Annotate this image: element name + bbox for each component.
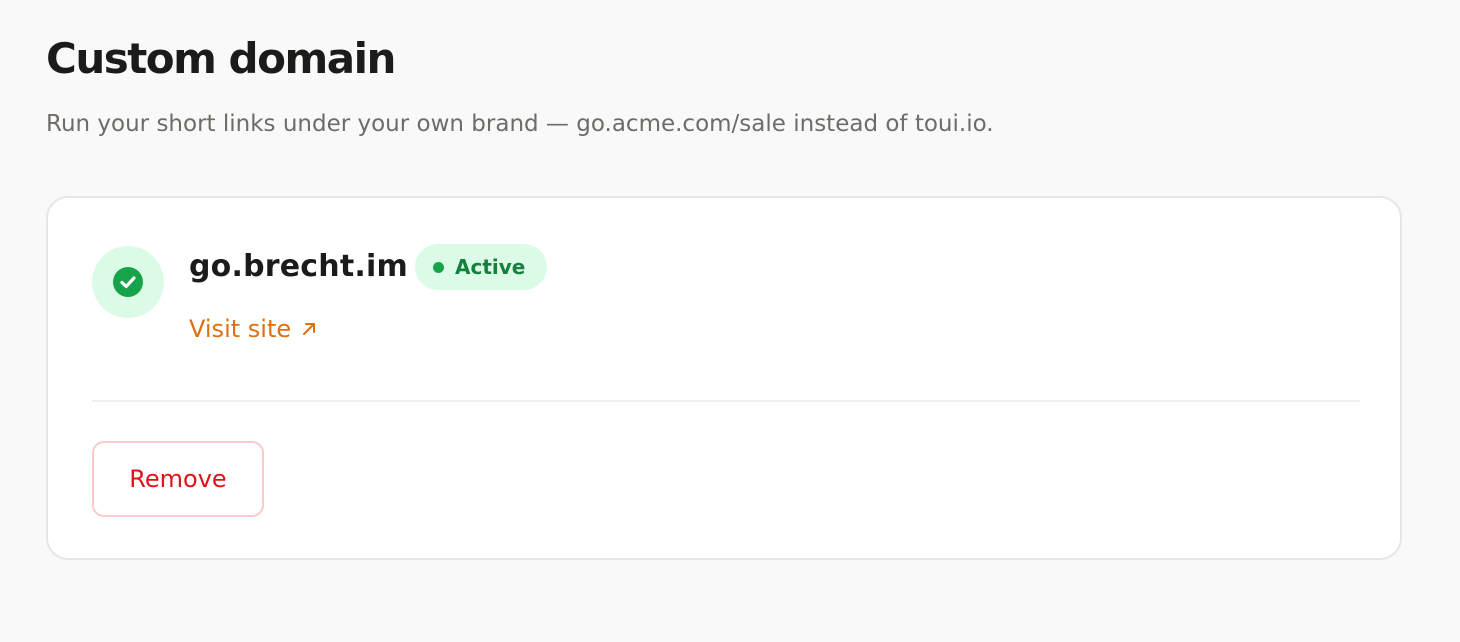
- visit-site-label: Visit site: [189, 315, 292, 343]
- page-title: Custom domain: [46, 34, 396, 83]
- arrow-up-right-icon: [303, 323, 316, 335]
- visit-site-link[interactable]: Visit site: [189, 312, 319, 346]
- domain-name: go.brecht.im: [189, 249, 408, 284]
- status-indicator: [92, 246, 164, 318]
- status-badge: Active: [415, 244, 548, 290]
- page-subtitle: Run your short links under your own bran…: [46, 111, 994, 137]
- custom-domain-page: Custom domain Run your short links under…: [0, 0, 1460, 642]
- card-divider: [92, 400, 1360, 402]
- remove-domain-button[interactable]: Remove: [92, 441, 264, 517]
- status-badge-label: Active: [455, 255, 526, 279]
- domain-card: go.brecht.im Active Visit site Remove: [46, 196, 1402, 560]
- status-dot-icon: [433, 261, 444, 273]
- check-circle-icon: [113, 267, 143, 297]
